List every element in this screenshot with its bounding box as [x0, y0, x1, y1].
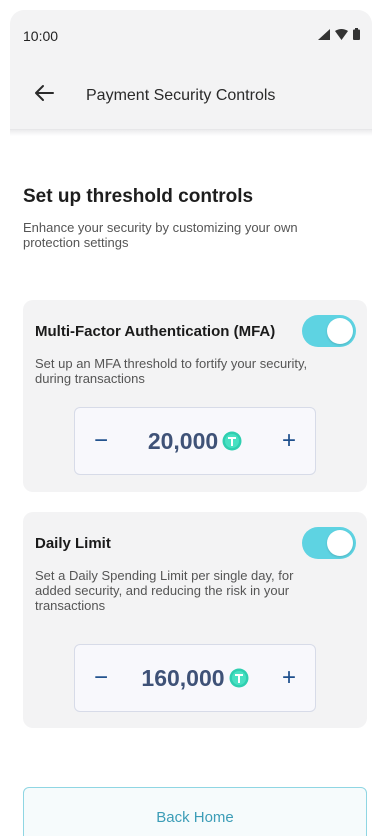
- daily-limit-amount: 160,000: [141, 664, 249, 692]
- wifi-icon: [335, 27, 348, 45]
- mfa-toggle-knob: [327, 318, 353, 344]
- battery-icon: [353, 27, 360, 45]
- arrow-left-icon: [34, 84, 54, 107]
- mfa-increase-button[interactable]: +: [275, 423, 303, 459]
- section-subtitle: Enhance your security by customizing you…: [23, 220, 298, 250]
- mfa-decrease-button[interactable]: −: [87, 423, 115, 459]
- phone-screen: 10:00 Payment Security Controls Set up t…: [10, 10, 372, 836]
- daily-limit-title: Daily Limit: [35, 535, 111, 552]
- coin-icon: [229, 668, 249, 688]
- mfa-card: Multi-Factor Authentication (MFA) Set up…: [23, 300, 367, 492]
- daily-limit-toggle-knob: [327, 530, 353, 556]
- back-home-button[interactable]: Back Home: [23, 787, 367, 836]
- app-bar-divider: [10, 130, 372, 136]
- daily-limit-amount-value: 160,000: [141, 664, 225, 691]
- mfa-toggle[interactable]: [302, 315, 356, 347]
- mfa-amount-value: 20,000: [147, 427, 219, 454]
- daily-limit-description: Set a Daily Spending Limit per single da…: [35, 568, 294, 613]
- back-button[interactable]: [22, 74, 66, 118]
- page-title: Payment Security Controls: [86, 86, 276, 104]
- status-icons: [318, 27, 360, 45]
- daily-limit-amount-stepper: − 160,000 +: [74, 644, 316, 712]
- daily-limit-decrease-button[interactable]: −: [87, 660, 115, 696]
- section-title: Set up threshold controls: [23, 186, 254, 207]
- signal-icon: [318, 27, 330, 45]
- daily-limit-card: Daily Limit Set a Daily Spending Limit p…: [23, 512, 367, 728]
- mfa-amount: 20,000: [148, 428, 242, 455]
- mfa-amount-stepper: − 20,000 +: [74, 407, 316, 475]
- mfa-title: Multi-Factor Authentication (MFA): [35, 323, 276, 340]
- coin-icon: [222, 431, 242, 451]
- status-bar: 10:00: [10, 10, 372, 62]
- status-time: 10:00: [23, 28, 59, 44]
- daily-limit-toggle[interactable]: [302, 527, 356, 559]
- app-bar: Payment Security Controls: [10, 62, 372, 130]
- daily-limit-increase-button[interactable]: +: [275, 660, 303, 696]
- mfa-description: Set up an MFA threshold to fortify your …: [35, 356, 308, 386]
